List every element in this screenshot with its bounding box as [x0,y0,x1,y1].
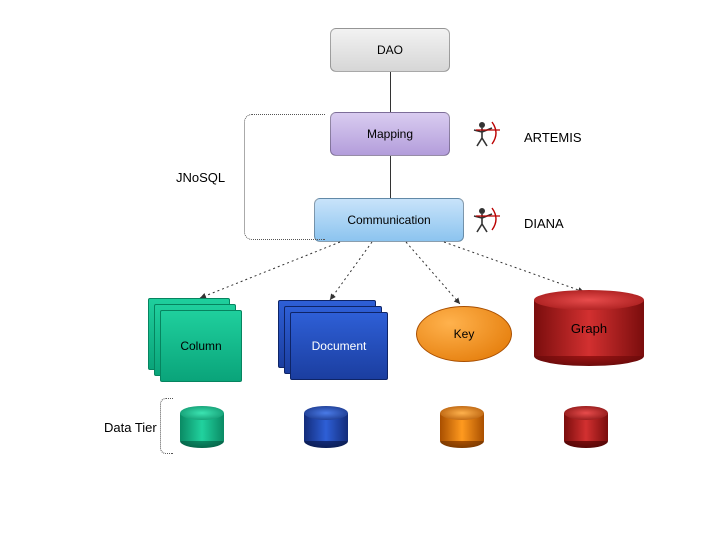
dao-node: DAO [330,28,450,72]
document-label: Document [312,339,367,353]
diagram-canvas: { "nodes": { "dao": "DAO", "mapping": "M… [0,0,728,542]
data-tier-cylinder-document [304,406,348,448]
graph-label: Graph [571,321,607,336]
data-tier-cylinder-graph [564,406,608,448]
data-tier-bracket [160,398,173,454]
artemis-label: ARTEMIS [524,130,582,145]
graph-node: Graph [534,290,644,366]
document-node: Document [278,300,388,380]
dao-label: DAO [377,43,403,57]
key-label: Key [454,327,475,341]
archer-icon [470,204,506,234]
key-node: Key [416,306,512,362]
column-label: Column [180,339,221,353]
connector-mapping-communication [390,156,391,198]
column-node: Column [148,298,240,378]
jnosql-label: JNoSQL [176,170,225,185]
data-tier-label: Data Tier [104,420,157,435]
communication-node: Communication [314,198,464,242]
jnosql-bracket [244,114,325,240]
mapping-node: Mapping [330,112,450,156]
communication-label: Communication [347,213,430,227]
data-tier-cylinder-column [180,406,224,448]
archer-icon [470,118,506,148]
connectors-overlay [0,0,728,542]
connector-dao-mapping [390,72,391,112]
mapping-label: Mapping [367,127,413,141]
data-tier-cylinder-key [440,406,484,448]
diana-label: DIANA [524,216,564,231]
